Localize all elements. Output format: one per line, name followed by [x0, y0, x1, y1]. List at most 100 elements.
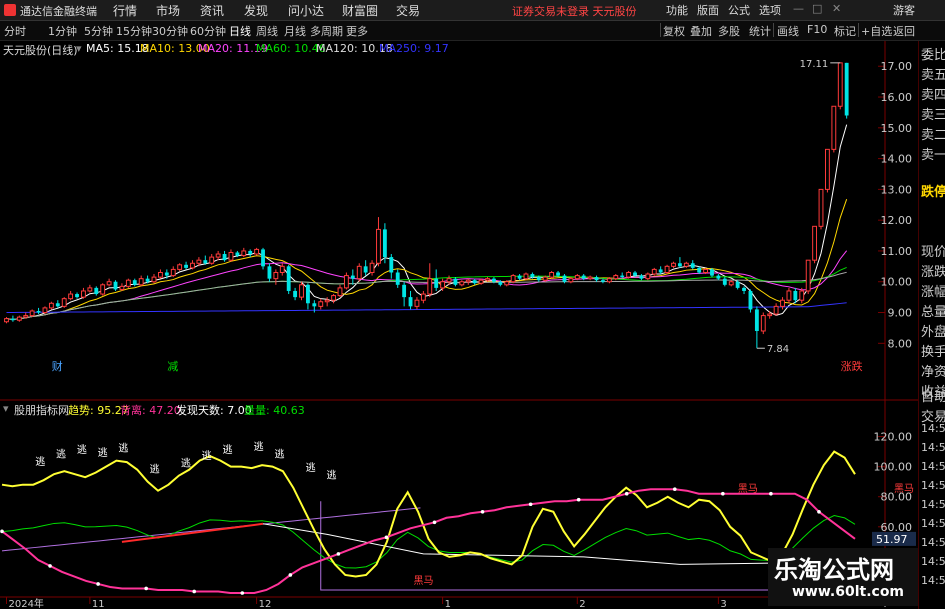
candle-body: [402, 284, 407, 298]
back-high-dot: [769, 491, 773, 496]
candle-body: [261, 249, 265, 267]
candle-body: [844, 62, 849, 116]
escape-marker: 逃: [326, 469, 336, 482]
side-label: 净资: [921, 365, 945, 380]
event-label: 减: [167, 360, 178, 373]
back-high-dot: [144, 586, 148, 591]
x-tick-label: 12: [259, 599, 272, 609]
side-label: 涨幅: [921, 285, 945, 300]
candle-body: [376, 228, 381, 264]
y-tick-label: 13.00: [881, 183, 913, 196]
candle-body: [395, 272, 400, 285]
candle-body: [556, 272, 560, 276]
candle-body: [530, 274, 535, 278]
quote-side-panel: 委比卖五卖四卖三卖二卖一跌停现价涨跌涨幅总量外盘换手净资收益自动交易14:561…: [918, 41, 945, 609]
candle-body: [190, 262, 195, 269]
back-high-dot: [576, 497, 581, 502]
candle-body: [299, 284, 304, 298]
side-time: 14:56: [921, 441, 945, 454]
side-label: 换手: [921, 345, 945, 360]
side-time: 14:56: [921, 479, 945, 492]
candle-body: [209, 256, 215, 264]
candle-body: [812, 225, 818, 261]
candle-body: [248, 250, 253, 255]
side-label: 卖五: [921, 68, 945, 83]
x-tick-label: 11: [92, 599, 105, 609]
side-label: 外盘: [921, 325, 945, 340]
candle-body: [697, 267, 702, 273]
x-tick-label: 3: [720, 599, 726, 609]
candle-body: [434, 278, 439, 288]
side-label: 卖三: [921, 108, 945, 123]
watermark-title: 乐淘公式网: [774, 556, 894, 584]
candle-body: [485, 278, 490, 281]
candle-body: [523, 273, 529, 280]
candle-body: [55, 303, 60, 307]
escape-marker: 逃: [118, 442, 128, 455]
back-high-dot: [624, 491, 629, 496]
candle-body: [100, 284, 106, 295]
candle-body: [286, 266, 291, 291]
ind-y-tick-label: 120.00: [874, 431, 913, 444]
candle-body: [75, 294, 79, 298]
candle-body: [312, 303, 317, 307]
x-tick-label: 2024年: [8, 597, 43, 609]
candle-body: [504, 281, 510, 286]
candle-body: [356, 265, 362, 280]
ind-y-tick-label: 100.00: [874, 461, 913, 474]
back-high-dot: [96, 582, 100, 586]
candle-body: [793, 290, 798, 301]
y-tick-label: 11.00: [881, 245, 913, 258]
escape-marker: 逃: [306, 461, 316, 474]
escape-marker: 逃: [202, 449, 212, 462]
back-high-dot: [721, 491, 725, 496]
back-high-dot: [432, 520, 437, 525]
back-high-dot: [0, 529, 4, 534]
back-high-dot: [240, 591, 245, 595]
escape-marker: 逃: [35, 455, 45, 468]
candle-body: [639, 275, 644, 279]
candle-body: [664, 265, 670, 273]
event-label: 涨跌: [841, 359, 863, 373]
candle-body: [420, 293, 426, 301]
candle-body: [690, 263, 695, 268]
escape-marker: 逃: [98, 446, 108, 459]
high-label: 17.11: [800, 59, 829, 70]
candle-body: [363, 266, 368, 273]
candle-body: [465, 279, 471, 283]
escape-marker: 逃: [56, 448, 66, 461]
candle-body: [68, 293, 74, 300]
escape-marker: 逃: [150, 463, 160, 476]
y-tick-label: 12.00: [881, 214, 913, 227]
side-label: 总量: [921, 305, 945, 320]
candle-body: [760, 315, 766, 332]
side-label: 涨跌: [921, 265, 945, 280]
candle-body: [125, 279, 131, 287]
side-label: 卖一: [921, 148, 945, 163]
y-tick-label: 14.00: [881, 153, 913, 166]
y-tick-label: 16.00: [881, 91, 913, 104]
candle-body: [780, 299, 785, 307]
candle-body: [145, 278, 150, 282]
candle-body: [42, 307, 48, 314]
candle-body: [459, 281, 465, 286]
candle-body: [606, 278, 612, 283]
candle-body: [613, 275, 619, 280]
candle-body: [581, 275, 586, 279]
stock-chart[interactable]: 8.009.0010.0011.0012.0013.0014.0015.0016…: [0, 0, 918, 609]
candle-body: [331, 295, 337, 301]
trend-line: [1, 450, 856, 578]
candle-body: [498, 281, 503, 285]
candle-body: [306, 284, 310, 304]
candle-body: [4, 318, 9, 323]
back-high-dot: [528, 502, 533, 507]
candle-body: [568, 278, 574, 283]
candle-body: [786, 290, 792, 301]
candle-body: [710, 269, 714, 276]
candle-body: [318, 301, 324, 307]
candle-body: [799, 290, 805, 301]
horse-marker: 黑马: [738, 483, 758, 495]
candle-body: [620, 275, 625, 278]
candle-body: [626, 271, 632, 278]
candle-body: [427, 278, 433, 295]
